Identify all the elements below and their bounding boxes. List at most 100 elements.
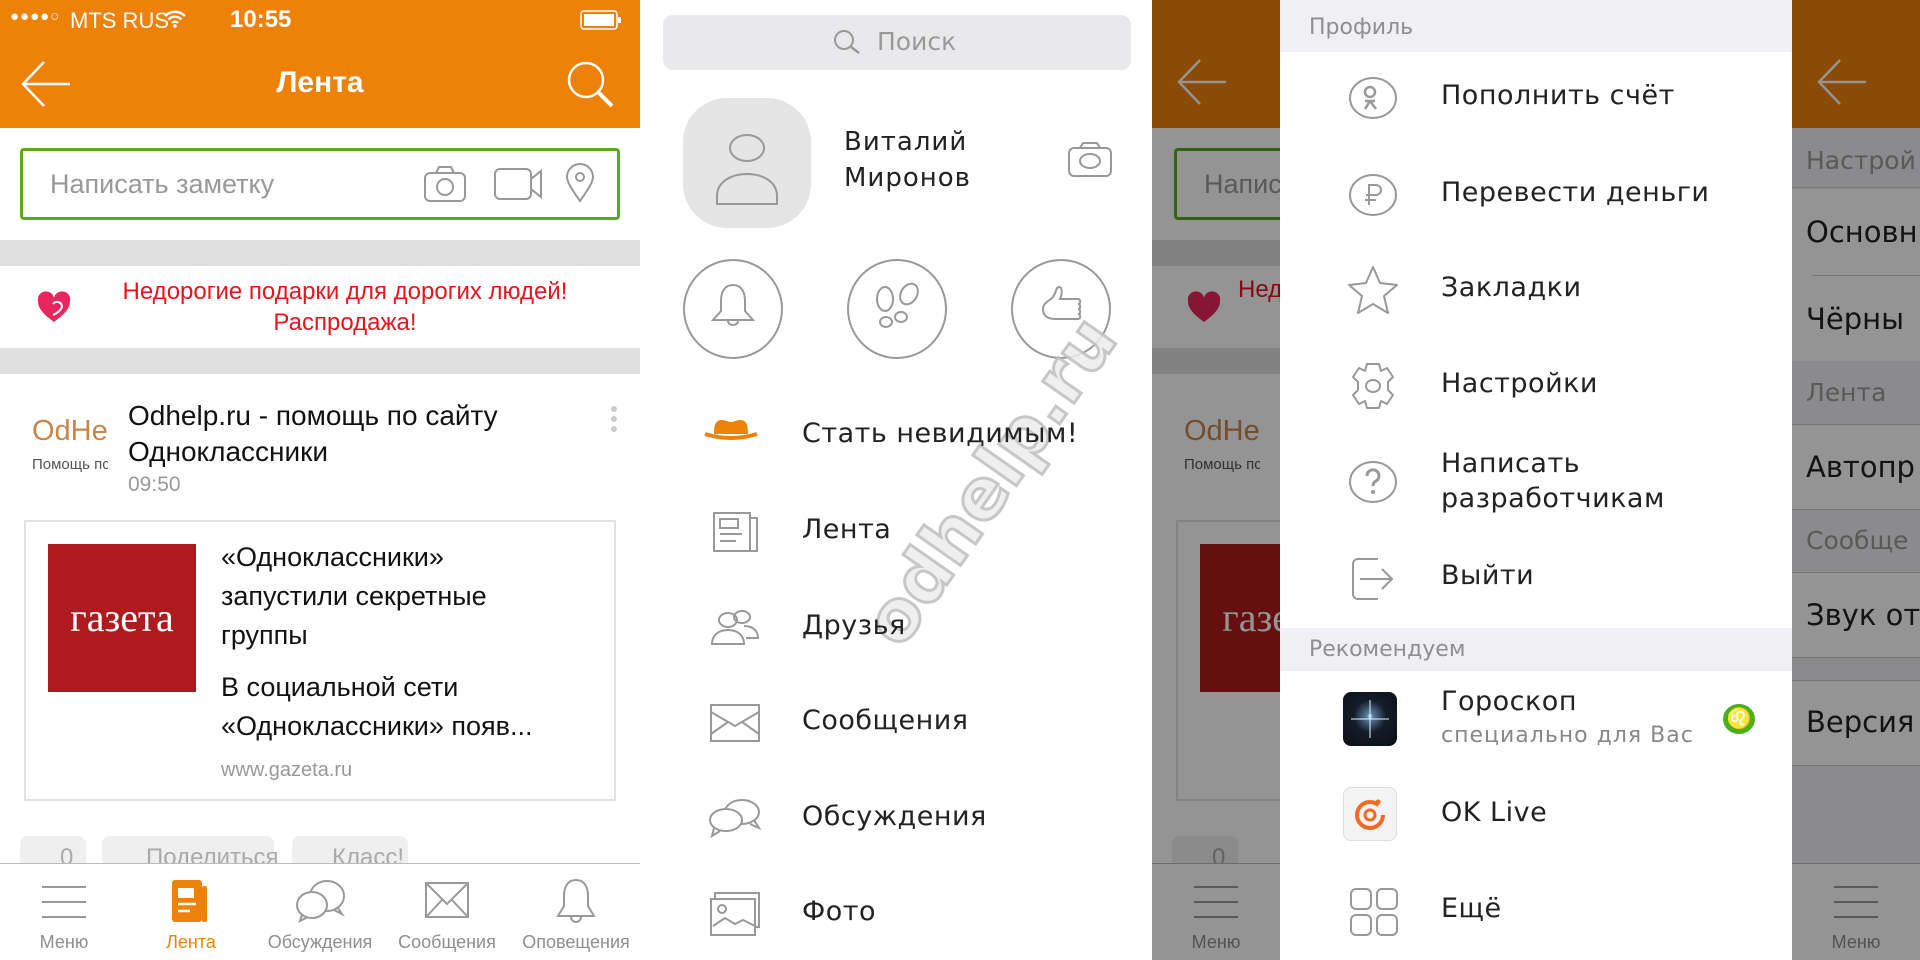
status-signal: ●●●●○ [10,8,61,25]
link-card[interactable]: газета «Одноклассники» запустили секретн… [24,520,616,801]
menu-item-label: Написать [1441,448,1581,479]
gift-heart-icon [1186,290,1222,324]
app-ok-live[interactable]: OK Live [1441,797,1547,828]
ad-banner[interactable]: Недорогие подарки для дорогих людей! Рас… [80,276,610,338]
author-logo-sub: Помощь пс [32,456,108,473]
menu-item-messages[interactable]: Сообщения [802,705,969,736]
dim-overlay[interactable] [1152,0,1280,960]
settings-row-label: Основн [1806,215,1918,249]
notifications-icon[interactable] [556,878,596,924]
location-pin-icon[interactable] [565,163,595,203]
author-logo[interactable]: OdHe [32,415,108,448]
photo-icon [710,892,760,936]
tab-messages[interactable]: Сообщения [383,0,511,960]
camera-icon[interactable] [1067,140,1113,178]
menu-item-friends[interactable]: Друзья [802,610,906,641]
card-title-line: запустили секретные [221,581,487,611]
note-input: Написать заметку [1174,148,1280,220]
menu-item-invisible[interactable]: Стать невидимым! [802,418,1078,449]
user-name[interactable]: Виталий Миронов [844,124,971,196]
hat-icon [704,418,758,440]
section-label: Лента [1806,378,1887,407]
discussions-icon[interactable] [294,878,346,924]
app-horoscope-subtitle: специально для Вас [1441,723,1694,748]
menu-item-top-up[interactable]: Пополнить счёт [1441,80,1675,111]
link-card: газета [1176,520,1280,801]
post-author[interactable]: Odhelp.ru - помощь по сайту Одноклассник… [128,398,498,470]
guests-button[interactable] [847,259,947,359]
profile-menu: Профиль Пополнить счёт Перевести деньги … [1280,0,1792,960]
side-menu: Поиск Виталий Миронов odhelp.ru Стать не… [640,0,1152,960]
menu-item-logout[interactable]: Выйти [1441,560,1534,591]
camera-icon[interactable] [423,165,467,203]
gear-icon [1347,361,1399,411]
user-last-name: Миронов [844,163,971,193]
menu-item-transfer[interactable]: Перевести деньги [1441,177,1709,208]
ad-line-2: Распродажа! [273,309,417,336]
divider [1152,240,1280,266]
card-title-line: «Одноклассники» [221,542,444,572]
menu-icon [1834,885,1878,919]
messages-icon[interactable] [425,882,469,920]
post-author-line-1: Odhelp.ru - помощь по сайту [128,400,498,431]
settings-section: Настрой [1792,128,1920,188]
card-desc-line: «Одноклассники» появ... [221,711,533,741]
card-description: В социальной сети «Одноклассники» появ..… [221,668,533,746]
gazeta-logo: газета [1200,544,1280,692]
feed-screen-dimmed: Написать заметку Недорогие подарки для д… [1152,0,1280,960]
status-time: 10:55 [230,6,292,33]
section-header-recommend: Рекомендуем [1280,628,1792,671]
menu-icon[interactable] [42,885,86,919]
more-options-icon[interactable] [610,405,618,433]
feed-icon[interactable] [172,880,208,924]
tab-notifications[interactable]: Оповещения [512,0,640,960]
ok-coin-icon [1348,75,1398,121]
discussions-icon [708,798,762,838]
post-time: 09:50 [128,473,181,496]
video-icon[interactable] [493,167,543,201]
note-placeholder: Написать заметку [50,169,275,199]
settings-row-label: Версия [1806,705,1915,739]
status-carrier: MTS RUS [70,8,169,33]
menu-item-write-developers[interactable]: Написать разработчикам [1441,446,1665,516]
search-bar[interactable]: Поиск [663,15,1131,70]
battery-icon [580,10,622,32]
tab-menu[interactable]: Меню [0,0,128,960]
question-icon [1348,459,1398,505]
settings-screen-dimmed: Настрой Основн Чёрны Лента Автопр Сообще… [1792,0,1920,960]
tab-discussions[interactable]: Обсуждения [256,0,384,960]
footprints-icon [876,282,919,328]
card-title-line: группы [221,620,308,650]
search-icon[interactable] [566,60,616,108]
bell-button[interactable] [683,259,783,359]
menu-item-discussions[interactable]: Обсуждения [802,801,987,832]
menu-item-settings[interactable]: Настройки [1441,368,1598,399]
post-author-line-2: Одноклассники [128,436,329,467]
avatar[interactable] [683,98,811,228]
app-horoscope-title[interactable]: Гороскоп [1441,686,1577,717]
settings-row-label: Звук от [1806,598,1920,632]
ad-line-1: Недорогие подарки для дорогих людей! [1238,276,1280,303]
menu-item-photo[interactable]: Фото [802,896,876,927]
bell-icon [710,283,756,326]
section-header-profile: Профиль [1280,0,1792,52]
card-desc-line: В социальной сети [221,672,459,702]
divider [1812,275,1920,276]
menu-icon [1194,885,1238,919]
menu-item-feed[interactable]: Лента [802,514,891,545]
menu-item-bookmarks[interactable]: Закладки [1441,272,1582,303]
user-first-name: Виталий [844,127,968,157]
envelope-icon [710,704,760,742]
ad-line-1: Недорогие подарки для дорогих людей! [122,278,568,305]
search-icon [833,29,861,57]
card-url: www.gazeta.ru [221,759,353,781]
back-arrow-icon [1176,58,1228,106]
author-logo-sub: Помощь пс [1184,456,1260,473]
note-input[interactable]: Написать заметку [20,148,620,220]
user-silhouette-icon [716,134,778,205]
wifi-icon [164,10,186,28]
grid-icon [1350,888,1398,936]
divider [0,240,640,266]
app-more[interactable]: Ещё [1441,893,1502,924]
tab-label: Меню [1831,932,1881,952]
